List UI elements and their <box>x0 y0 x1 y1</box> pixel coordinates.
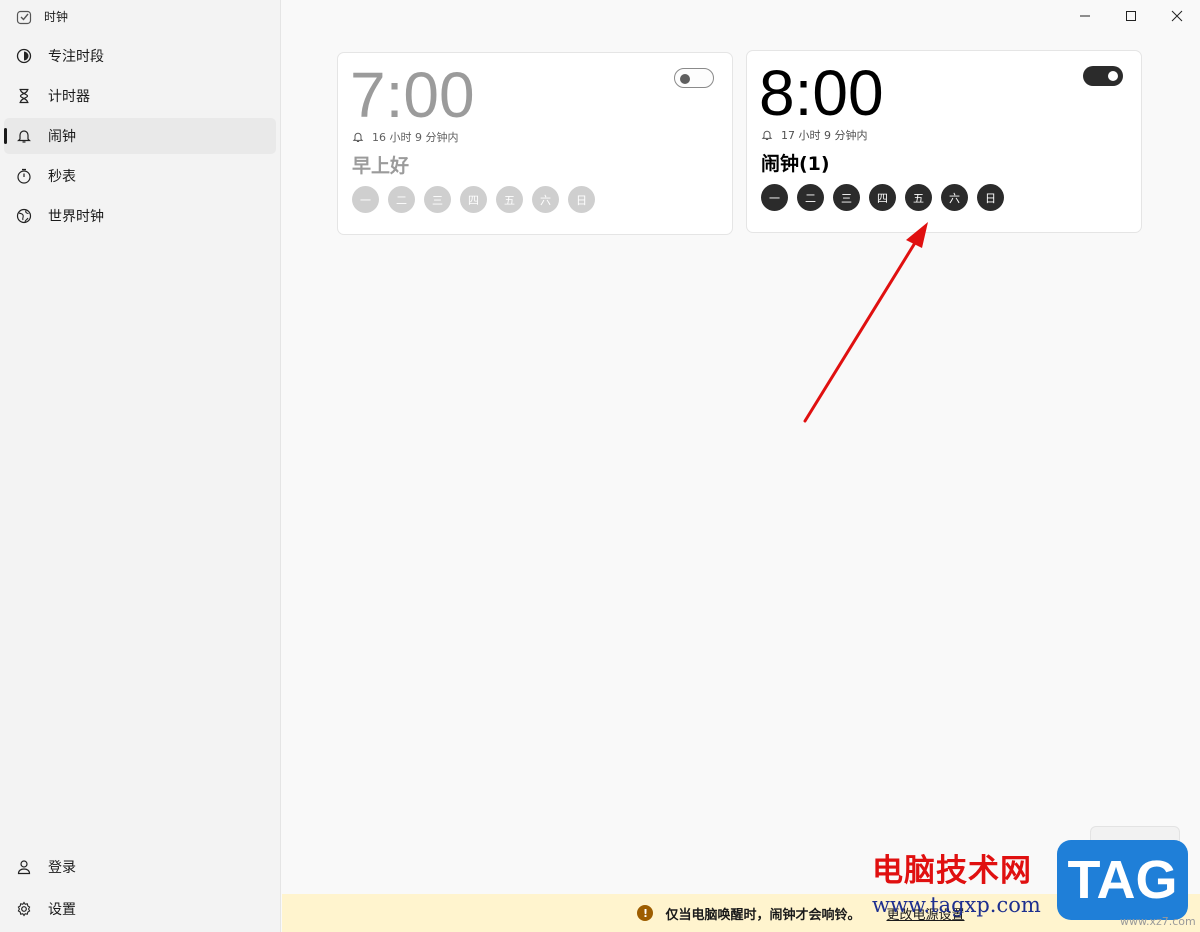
watermark-logo: TAG <box>1057 840 1188 920</box>
day-badge: 三 <box>424 186 451 213</box>
stopwatch-icon <box>16 168 32 184</box>
close-icon <box>1171 10 1183 22</box>
day-badge: 一 <box>761 184 788 211</box>
watermark-site-name: 电脑技术网 <box>872 853 1032 889</box>
hourglass-icon <box>16 88 32 104</box>
close-button[interactable] <box>1154 0 1200 32</box>
bell-icon <box>352 132 364 142</box>
sidebar-bottom: 登录 设置 <box>4 849 276 932</box>
person-icon <box>16 859 32 875</box>
day-badge: 三 <box>833 184 860 211</box>
watermark-small: www.xz7.com <box>1120 915 1196 928</box>
alarm-remaining-text: 17 小时 9 分钟内 <box>781 129 868 142</box>
sidebar-item-timer[interactable]: 计时器 <box>4 78 276 114</box>
sidebar-item-login[interactable]: 登录 <box>4 849 276 885</box>
info-message: 仅当电脑唤醒时，闹钟才会响铃。 <box>665 907 861 923</box>
day-badge: 二 <box>388 186 415 213</box>
toggle-knob <box>680 74 690 84</box>
gear-icon <box>16 901 32 917</box>
alarm-remaining: 16 小时 9 分钟内 <box>352 129 459 145</box>
day-badge: 一 <box>352 186 379 213</box>
day-badge: 五 <box>496 186 523 213</box>
sidebar-item-label: 秒表 <box>48 169 76 185</box>
toggle-knob <box>1108 71 1118 81</box>
clock-app-icon <box>16 9 32 25</box>
alarm-toggle[interactable] <box>1083 66 1123 86</box>
sidebar-item-settings[interactable]: 设置 <box>4 891 276 927</box>
alarm-remaining: 17 小时 9 分钟内 <box>761 127 868 143</box>
day-badge: 二 <box>797 184 824 211</box>
globe-icon <box>16 208 32 224</box>
day-badge: 五 <box>905 184 932 211</box>
focus-icon <box>16 48 32 64</box>
warning-icon: ! <box>637 905 654 921</box>
minimize-icon <box>1080 15 1090 17</box>
alarm-name: 早上好 <box>352 155 410 177</box>
alarm-time: 7:00 <box>350 59 475 131</box>
watermark-url: www.tagxp.com <box>872 893 1041 917</box>
sidebar-item-label: 登录 <box>48 860 76 876</box>
alarm-card[interactable]: 7:00 16 小时 9 分钟内 早上好 一 二 三 四 五 六 日 <box>337 52 733 235</box>
app-title: 时钟 <box>16 8 68 25</box>
alarm-card[interactable]: 8:00 17 小时 9 分钟内 闹钟(1) 一 二 三 四 五 六 日 <box>746 50 1142 233</box>
bell-icon <box>761 130 773 140</box>
sidebar-item-stopwatch[interactable]: 秒表 <box>4 158 276 194</box>
alarm-days: 一 二 三 四 五 六 日 <box>761 184 1004 211</box>
sidebar-item-world-clock[interactable]: 世界时钟 <box>4 198 276 234</box>
sidebar-item-label: 计时器 <box>48 89 90 105</box>
minimize-button[interactable] <box>1062 0 1108 32</box>
sidebar-item-alarm[interactable]: 闹钟 <box>4 118 276 154</box>
app-title-label: 时钟 <box>44 10 69 24</box>
sidebar-item-label: 专注时段 <box>48 49 104 65</box>
day-badge: 日 <box>568 186 595 213</box>
sidebar-item-label: 闹钟 <box>48 129 76 145</box>
alarm-time: 8:00 <box>759 57 884 129</box>
window-controls <box>1062 0 1200 32</box>
day-badge: 四 <box>869 184 896 211</box>
day-badge: 四 <box>460 186 487 213</box>
sidebar-nav: 专注时段 计时器 闹钟 秒表 世界时钟 <box>4 38 276 238</box>
alarm-days: 一 二 三 四 五 六 日 <box>352 186 595 213</box>
day-badge: 六 <box>941 184 968 211</box>
maximize-button[interactable] <box>1108 0 1154 32</box>
sidebar-item-focus[interactable]: 专注时段 <box>4 38 276 74</box>
sidebar: 时钟 专注时段 计时器 闹钟 秒表 世界时钟 登录 设置 <box>0 0 281 932</box>
alarm-remaining-text: 16 小时 9 分钟内 <box>372 131 459 144</box>
alarm-name: 闹钟(1) <box>761 153 830 175</box>
sidebar-item-label: 设置 <box>48 902 76 918</box>
maximize-icon <box>1126 11 1136 21</box>
day-badge: 日 <box>977 184 1004 211</box>
sidebar-item-label: 世界时钟 <box>48 209 104 225</box>
alarm-toggle[interactable] <box>674 68 714 88</box>
day-badge: 六 <box>532 186 559 213</box>
bell-icon <box>16 128 32 144</box>
